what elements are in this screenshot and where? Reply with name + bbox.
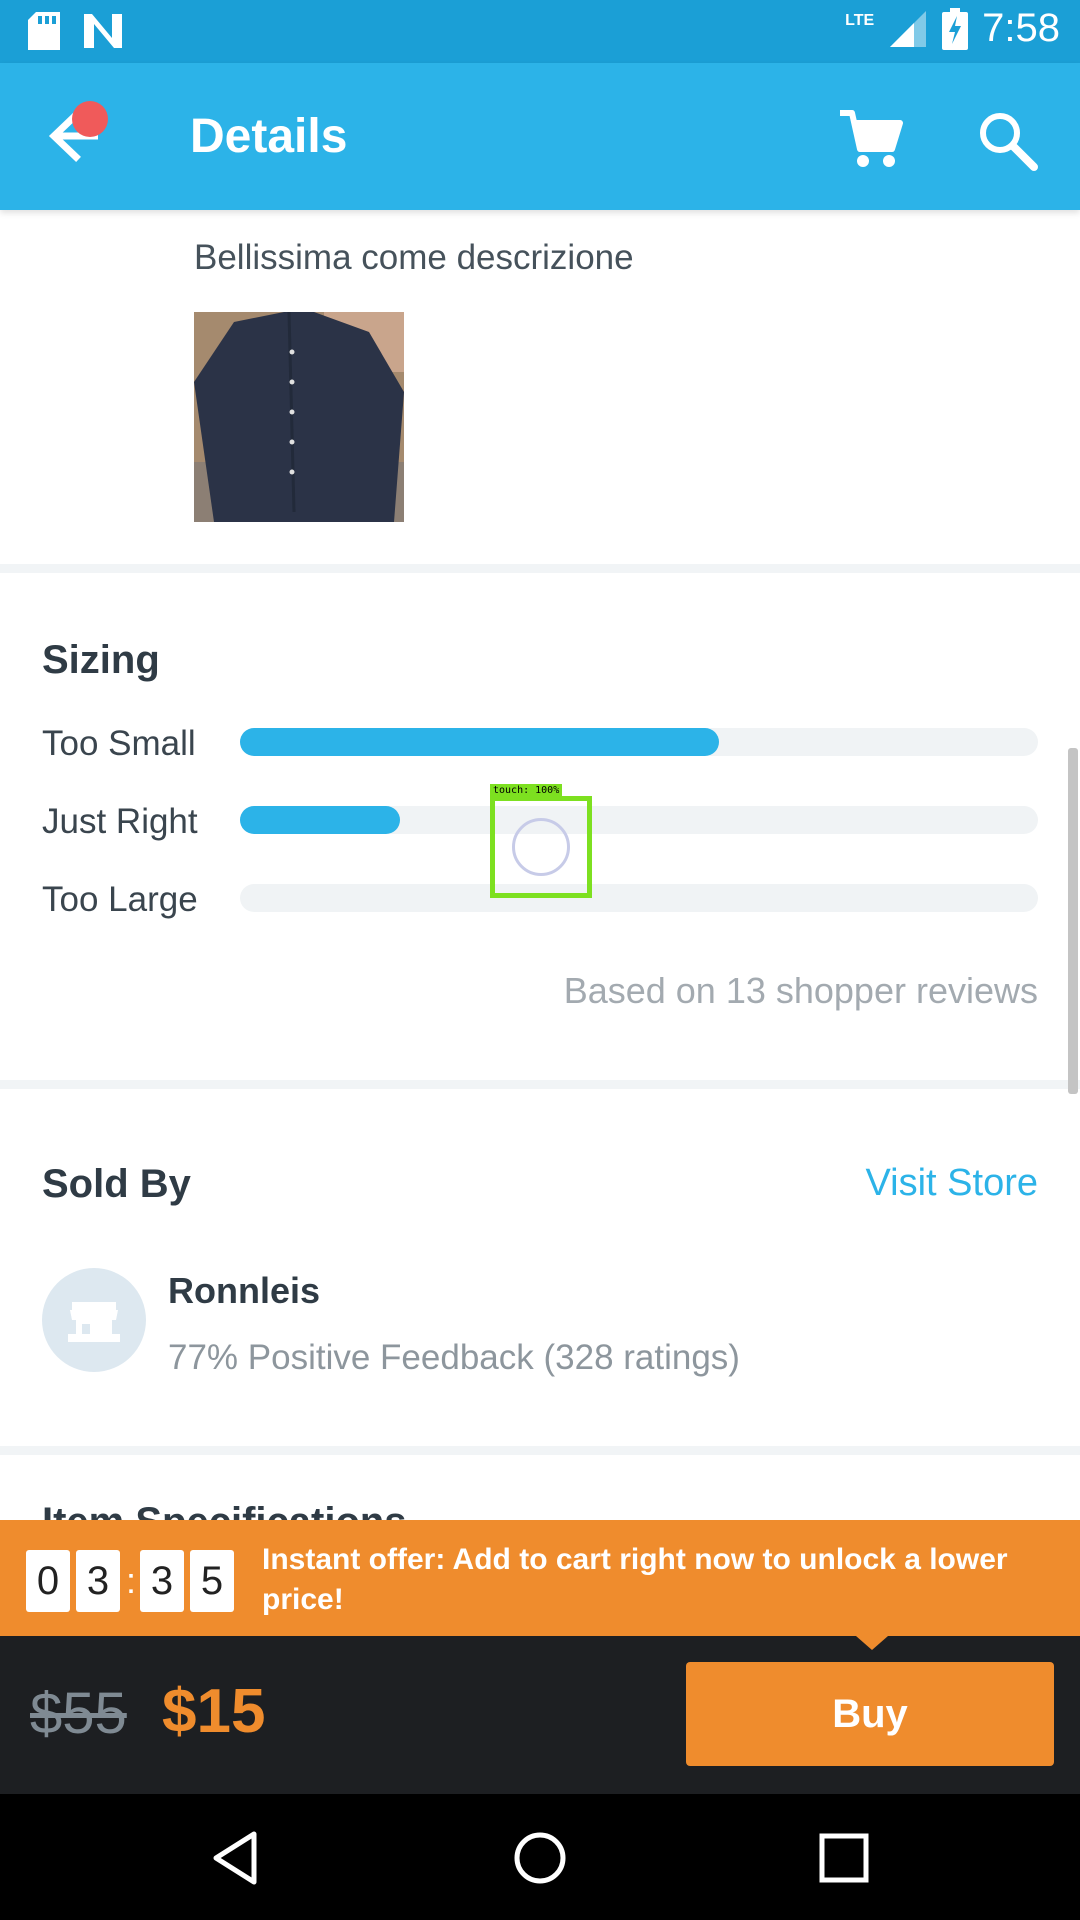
scrollbar[interactable]: [1068, 748, 1078, 1094]
seller-name[interactable]: Ronnleis: [168, 1270, 320, 1312]
purchase-bar: $55 $15 Buy: [0, 1636, 1080, 1794]
section-divider: [0, 1080, 1080, 1089]
notification-dot: [72, 101, 108, 137]
page-title: Details: [190, 110, 348, 163]
nav-back-icon[interactable]: [206, 1826, 270, 1890]
size-label-too-small: Too Small: [42, 724, 196, 763]
status-icons-left: [28, 12, 124, 50]
size-bar-too-small: [240, 728, 1038, 756]
countdown-timer: 0 3 : 3 5: [26, 1550, 240, 1612]
size-label-too-large: Too Large: [42, 880, 198, 919]
original-price: $55: [30, 1681, 127, 1746]
visit-store-link[interactable]: Visit Store: [866, 1162, 1038, 1205]
item-specifications-title: Item Specifications: [42, 1500, 407, 1520]
section-divider: [0, 564, 1080, 573]
size-bar-too-large: [240, 884, 1038, 912]
status-time: 7:58: [982, 6, 1060, 50]
size-bar-fill: [240, 728, 719, 756]
cart-icon[interactable]: [836, 105, 906, 175]
details-content[interactable]: Bellissima come descrizione Sizing Too S…: [0, 210, 1080, 1520]
nav-recents-icon[interactable]: [812, 1826, 876, 1890]
offer-pointer: [856, 1636, 888, 1650]
shirt-photo-image: [194, 312, 404, 522]
seller-feedback: 77% Positive Feedback (328 ratings): [168, 1338, 740, 1377]
sizing-review-count: Based on 13 shopper reviews: [563, 970, 1038, 1011]
size-bar-just-right: [240, 806, 1038, 834]
search-icon[interactable]: [972, 105, 1042, 175]
timer-digit: 3: [140, 1550, 185, 1612]
sd-card-icon: [28, 12, 60, 50]
timer-digit: 5: [190, 1550, 235, 1612]
section-divider: [0, 1446, 1080, 1455]
size-bar-fill: [240, 806, 400, 834]
timer-digit: 3: [76, 1550, 120, 1612]
system-nav-bar: [0, 1794, 1080, 1920]
status-icons-right: LTE 7:58: [845, 6, 1060, 51]
timer-digit: 0: [26, 1550, 70, 1612]
store-avatar[interactable]: [42, 1268, 146, 1372]
network-type: LTE: [845, 11, 875, 29]
n-notification-icon: [84, 14, 122, 48]
review-text: Bellissima come descrizione: [194, 238, 634, 277]
size-label-just-right: Just Right: [42, 802, 198, 841]
sizing-title: Sizing: [42, 638, 160, 682]
offer-message: Instant offer: Add to cart right now to …: [262, 1543, 1008, 1616]
signal-icon: [890, 10, 927, 47]
app-bar: Details: [0, 63, 1080, 210]
sale-price: $15: [162, 1677, 266, 1746]
instant-offer-banner[interactable]: 0 3 : 3 5 Instant offer: Add to cart rig…: [0, 1520, 1080, 1636]
battery-charging-icon: [942, 7, 969, 50]
storefront-icon: [68, 1302, 120, 1342]
nav-home-icon[interactable]: [508, 1826, 572, 1890]
review-photo[interactable]: [194, 312, 404, 522]
buy-button[interactable]: Buy: [686, 1662, 1054, 1766]
sold-by-title: Sold By: [42, 1162, 191, 1206]
touch-indicator: [512, 818, 570, 876]
timer-separator: :: [126, 1560, 137, 1601]
status-bar: LTE 7:58: [0, 0, 1080, 63]
